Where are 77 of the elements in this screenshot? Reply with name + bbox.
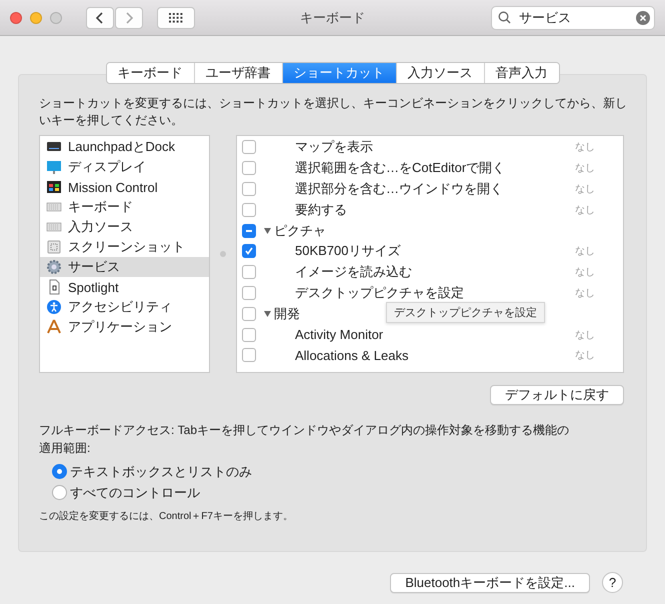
- checkbox[interactable]: [242, 224, 256, 238]
- shortcut-key: なし: [575, 265, 623, 280]
- sidebar-item[interactable]: サービス: [40, 257, 209, 277]
- checkbox[interactable]: [242, 202, 256, 217]
- monitor-icon: [46, 159, 62, 175]
- checkbox[interactable]: [242, 348, 256, 362]
- chevron-right-icon: [124, 10, 134, 24]
- checkbox[interactable]: [242, 182, 256, 196]
- service-label: Allocations & Leaks: [295, 348, 408, 363]
- gear-icon: [46, 259, 62, 275]
- shortcut-key: なし: [575, 286, 623, 300]
- sidebar-item[interactable]: アクセシビリティ: [40, 297, 209, 317]
- service-label: 選択部分を含む…ウインドウを開く: [295, 180, 503, 198]
- close-button[interactable]: [10, 12, 22, 24]
- chevron-left-icon: [95, 10, 105, 24]
- search-field[interactable]: サービス: [491, 6, 655, 30]
- service-label: 要約する: [295, 200, 347, 219]
- sidebar-item[interactable]: LaunchpadとDock: [40, 137, 209, 157]
- service-label: 選択範囲を含む…をCotEditorで開く: [295, 159, 506, 178]
- accessibility-icon: [46, 299, 62, 315]
- minimize-button[interactable]: [30, 12, 42, 24]
- clear-icon[interactable]: [636, 10, 650, 24]
- zoom-button[interactable]: [50, 12, 62, 24]
- grid-button[interactable]: [157, 6, 195, 28]
- checkbox[interactable]: [242, 265, 256, 280]
- screenshot-icon: [46, 239, 62, 255]
- restore-defaults-button[interactable]: デフォルトに戻す: [490, 385, 624, 405]
- triangle-down-icon[interactable]: [263, 226, 272, 236]
- sidebar-item[interactable]: ディスプレイ: [40, 157, 209, 177]
- full-keyboard-access-text: フルキーボードアクセス: Tabキーを押してウインドウやダイアログ内の操作対象を移動する機能の適用範囲:: [39, 422, 570, 457]
- tooltip: デスクトップピクチャを設定: [386, 302, 545, 323]
- help-button[interactable]: ?: [602, 572, 623, 593]
- sidebar-item[interactable]: キーボード: [40, 197, 209, 217]
- sidebar-item[interactable]: 入力ソース: [40, 217, 209, 237]
- app-store-icon: [46, 319, 62, 335]
- checkbox[interactable]: [242, 161, 256, 176]
- bluetooth-setup-button[interactable]: Bluetoothキーボードを設定...: [390, 572, 590, 592]
- checkbox[interactable]: [242, 286, 256, 300]
- service-label: マップを表示: [295, 138, 373, 156]
- radio-button[interactable]: [52, 485, 67, 500]
- sidebar-item[interactable]: スクリーンショット: [40, 237, 209, 257]
- description-text: ショートカットを変更するには、ショートカットを選択し、キーコンビネーションをクリックしてから、新しいキーを押してください。: [39, 95, 628, 129]
- hint-text: この設定を変更するには、Control＋F7キーを押します。: [39, 510, 294, 523]
- search-icon: [498, 11, 511, 24]
- radio-label: テキストボックスとリストのみ: [70, 462, 252, 480]
- checkbox[interactable]: [242, 328, 256, 342]
- shortcut-key: なし: [575, 328, 623, 342]
- shortcut-key: なし: [575, 182, 623, 196]
- checkbox[interactable]: [242, 140, 256, 154]
- group-label: ピクチャ: [274, 222, 326, 240]
- group-label: 開発: [274, 304, 300, 323]
- tab[interactable]: ショートカット: [282, 63, 396, 83]
- radio-label: すべてのコントロール: [70, 484, 200, 502]
- service-label: イメージを読み込む: [295, 263, 412, 282]
- search-input[interactable]: サービス: [517, 9, 630, 26]
- service-label: Activity Monitor: [295, 327, 384, 342]
- windows-icon: [46, 179, 62, 195]
- tab[interactable]: 音声入力: [484, 63, 558, 83]
- grid-icon: [169, 12, 183, 22]
- shortcut-key: なし: [575, 140, 623, 154]
- checkmark-icon: [244, 246, 254, 256]
- sidebar-item[interactable]: Mission Control: [40, 177, 209, 197]
- triangle-down-icon[interactable]: [263, 309, 272, 318]
- back-button[interactable]: [86, 6, 114, 28]
- service-label: 50KB700リサイズ: [295, 242, 400, 260]
- shortcut-key: なし: [575, 202, 623, 217]
- sidebar-item[interactable]: アプリケーション: [40, 317, 209, 337]
- service-label: デスクトップピクチャを設定: [295, 284, 464, 302]
- window-title: キーボード: [300, 8, 365, 26]
- splitter-handle-icon[interactable]: [220, 251, 226, 257]
- checkbox[interactable]: [242, 306, 256, 321]
- radio-button[interactable]: [52, 464, 67, 479]
- sidebar-item[interactable]: Spotlight: [40, 277, 209, 297]
- shortcut-key: なし: [575, 161, 623, 176]
- shortcut-key: なし: [575, 348, 623, 362]
- shortcut-key: なし: [575, 244, 623, 258]
- checkbox[interactable]: [242, 244, 256, 258]
